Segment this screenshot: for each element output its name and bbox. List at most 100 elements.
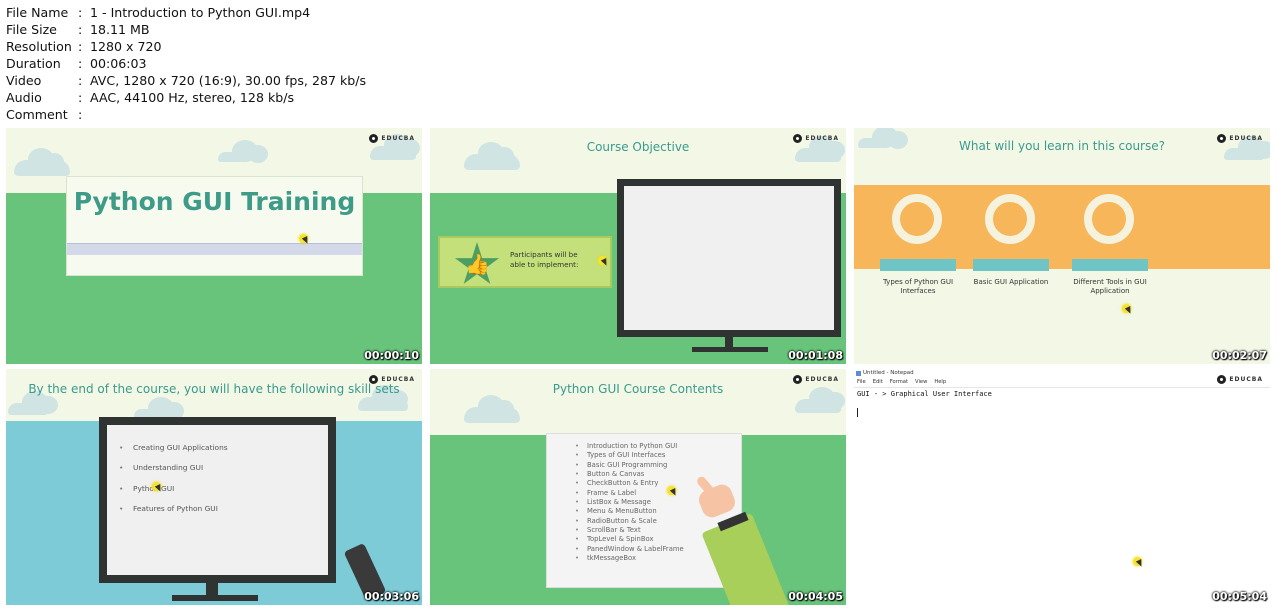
info-separator: : bbox=[78, 39, 83, 54]
cloud bbox=[358, 385, 408, 411]
info-row: Resolution:1280 x 720 bbox=[6, 38, 366, 55]
thumbnail-1[interactable]: Python GUI Training EDUCBA 00:00:10 bbox=[6, 128, 422, 364]
info-separator: : bbox=[78, 22, 83, 37]
info-key: File Size bbox=[6, 22, 57, 37]
list-item: TopLevel & SpinBox bbox=[575, 535, 684, 545]
info-row: Video: AVC, 1280 x 720 (16:9), 30.00 fps,… bbox=[6, 72, 366, 89]
info-separator: : bbox=[78, 107, 83, 122]
timestamp: 00:00:10 bbox=[364, 349, 419, 362]
cursor-highlight-icon bbox=[152, 482, 161, 491]
info-row: Audio: AAC, 44100 Hz, stereo, 128 kb/s bbox=[6, 89, 366, 106]
list-item: Button & Canvas bbox=[575, 470, 684, 480]
info-row: Comment: bbox=[6, 106, 366, 123]
logo-text: EDUCBA bbox=[381, 376, 415, 383]
logo-text: EDUCBA bbox=[381, 135, 415, 142]
banner-text: Participants will be able to implement: bbox=[510, 250, 579, 269]
cloud bbox=[14, 148, 70, 176]
thumbnail-5[interactable]: Python GUI Course Contents Introduction … bbox=[430, 369, 846, 605]
info-value: AVC, 1280 x 720 (16:9), 30.00 fps, 287 k… bbox=[90, 73, 367, 88]
logo-text: EDUCBA bbox=[1229, 376, 1263, 383]
ring-icon bbox=[1084, 194, 1134, 244]
educba-logo: EDUCBA bbox=[793, 375, 839, 384]
menu-help: Help bbox=[934, 379, 947, 385]
monitor-screen bbox=[624, 186, 834, 330]
info-key: Video bbox=[6, 73, 42, 88]
thumbnail-3[interactable]: What will you learn in this course? Type… bbox=[854, 128, 1270, 364]
list-item: Features of Python GUI bbox=[119, 504, 228, 513]
notepad-text: GUI - > Graphical User Interface bbox=[857, 390, 992, 398]
info-separator: : bbox=[78, 90, 83, 105]
learn-item: Different Tools in GUI Application bbox=[1073, 278, 1147, 295]
info-key: Resolution bbox=[6, 39, 72, 54]
timestamp: 00:03:06 bbox=[364, 590, 419, 603]
info-separator: : bbox=[78, 73, 83, 88]
slide-title: Python GUI Course Contents bbox=[552, 382, 724, 396]
educba-logo-icon bbox=[369, 375, 379, 384]
list-item: Understanding GUI bbox=[119, 463, 228, 472]
timestamp: 00:01:08 bbox=[788, 349, 843, 362]
contents-list: Introduction to Python GUI Types of GUI … bbox=[575, 442, 684, 564]
educba-logo: EDUCBA bbox=[369, 375, 415, 384]
window-title: Untitled - Notepad bbox=[863, 370, 914, 376]
logo-text: EDUCBA bbox=[805, 376, 839, 383]
cloud bbox=[218, 140, 268, 163]
info-value: 1 - Introduction to Python GUI.mp4 bbox=[90, 5, 311, 20]
menu-format: Format bbox=[889, 379, 909, 385]
cloud bbox=[464, 395, 520, 423]
info-row: Duration:00:06:03 bbox=[6, 55, 366, 72]
pedestal bbox=[973, 259, 1049, 271]
cloud bbox=[370, 134, 420, 160]
objective-banner: 👍 Participants will be able to implement… bbox=[438, 236, 612, 288]
info-row: File Size:18.11 MB bbox=[6, 21, 366, 38]
list-item: Python GUI bbox=[119, 484, 228, 493]
educba-logo-icon bbox=[1217, 134, 1227, 143]
title-card: Python GUI Training bbox=[66, 176, 363, 276]
monitor-stand bbox=[206, 583, 218, 595]
learn-item: Basic GUI Application bbox=[973, 278, 1049, 286]
menu-file: File bbox=[857, 379, 866, 385]
cursor-highlight-icon bbox=[1122, 304, 1131, 313]
slide-title: Course Objective bbox=[586, 140, 690, 154]
logo-text: EDUCBA bbox=[805, 135, 839, 142]
title-underline bbox=[67, 243, 362, 255]
menu-bar: File Edit Format View Help bbox=[857, 379, 946, 385]
menu-view: View bbox=[915, 379, 928, 385]
info-value: 18.11 MB bbox=[90, 22, 150, 37]
educba-logo: EDUCBA bbox=[369, 134, 415, 143]
thumbnail-4[interactable]: By the end of the course, you will have … bbox=[6, 369, 422, 605]
ring-icon bbox=[985, 194, 1035, 244]
slide-title: What will you learn in this course? bbox=[959, 139, 1165, 153]
list-item: RadioButton & Scale bbox=[575, 517, 684, 527]
info-value: 1280 x 720 bbox=[90, 39, 162, 54]
educba-logo: EDUCBA bbox=[1217, 375, 1263, 384]
learn-item: Types of Python GUI Interfaces bbox=[882, 278, 954, 295]
info-row: File Name:1 - Introduction to Python GUI… bbox=[6, 4, 366, 21]
cursor-highlight-icon bbox=[299, 234, 308, 243]
list-item: ListBox & Message bbox=[575, 498, 684, 508]
info-separator: : bbox=[78, 5, 83, 20]
list-item: Creating GUI Applications bbox=[119, 443, 228, 452]
notepad-window: Untitled - Notepad File Edit Format View… bbox=[854, 369, 1270, 605]
thumbs-up-icon: 👍 bbox=[465, 252, 490, 276]
list-item: Introduction to Python GUI bbox=[575, 442, 684, 452]
ring-icon bbox=[892, 194, 942, 244]
list-item: Types of GUI Interfaces bbox=[575, 451, 684, 461]
cloud bbox=[795, 387, 845, 413]
educba-logo-icon bbox=[793, 134, 803, 143]
info-value: AAC, 44100 Hz, stereo, 128 kb/s bbox=[90, 90, 295, 105]
cloud bbox=[464, 142, 520, 170]
thumbnail-2[interactable]: Course Objective 👍 Participants will be … bbox=[430, 128, 846, 364]
logo-text: EDUCBA bbox=[1229, 135, 1263, 142]
educba-logo: EDUCBA bbox=[1217, 134, 1263, 143]
slide-title: By the end of the course, you will have … bbox=[28, 382, 400, 396]
cursor-highlight-icon bbox=[1133, 557, 1142, 566]
info-key: Duration bbox=[6, 56, 61, 71]
divider bbox=[854, 387, 1270, 388]
cursor-highlight-icon bbox=[598, 256, 607, 265]
educba-logo-icon bbox=[369, 134, 379, 143]
educba-logo-icon bbox=[1217, 375, 1227, 384]
thumbnail-6[interactable]: Untitled - Notepad File Edit Format View… bbox=[854, 369, 1270, 605]
list-item: PanedWindow & LabelFrame bbox=[575, 545, 684, 555]
info-separator: : bbox=[78, 56, 83, 71]
educba-logo-icon bbox=[793, 375, 803, 384]
